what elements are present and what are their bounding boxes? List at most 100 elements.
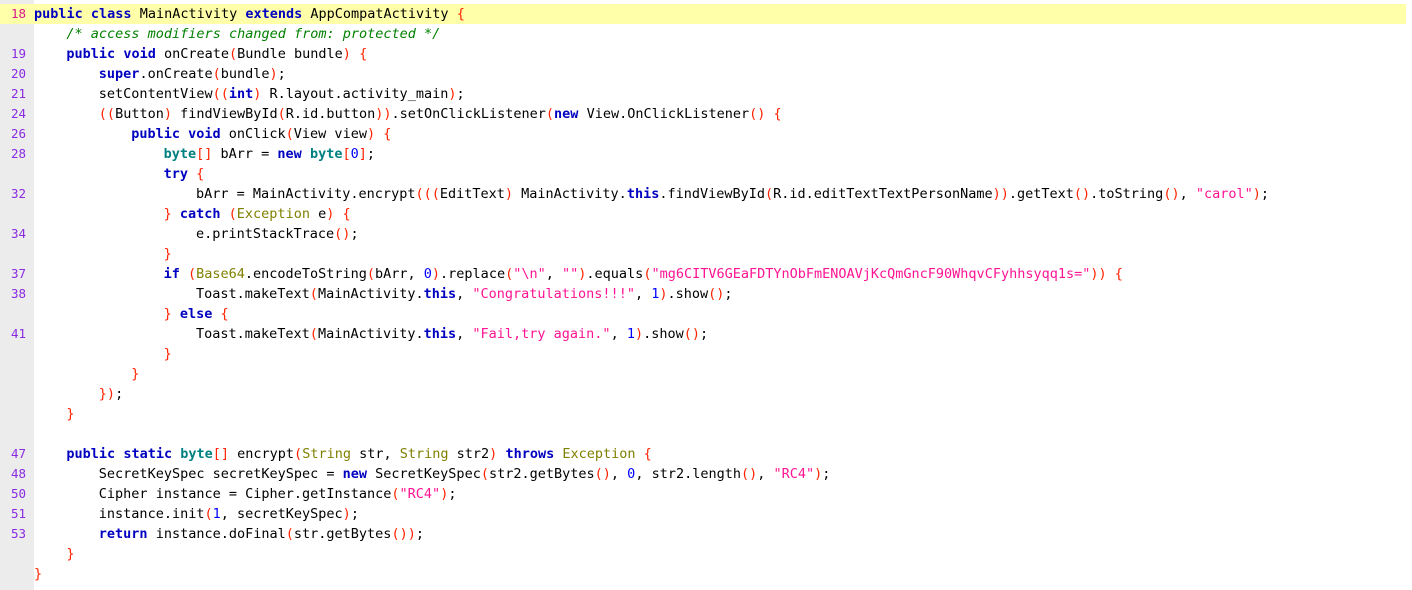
code-line[interactable]: /* access modifiers changed from: protec… xyxy=(0,24,1412,44)
token-pun: } xyxy=(163,246,172,262)
code-line[interactable]: 48 SecretKeySpec secretKeySpec = new Secr… xyxy=(0,464,1412,484)
code-viewer[interactable]: 18 public class MainActivity extends AppC… xyxy=(0,0,1412,590)
token-pln: , xyxy=(1179,186,1196,202)
token-pln xyxy=(765,106,773,122)
code-line[interactable]: 28 byte[] bArr = new byte[0]; xyxy=(0,144,1412,164)
token-pln: instance.doFinal xyxy=(147,526,286,542)
code-line-text: public void onClick(View view) { xyxy=(34,124,391,144)
token-pun: [] xyxy=(196,146,213,162)
line-number: 28 xyxy=(10,146,26,161)
token-pun: { xyxy=(196,166,205,182)
token-pun: ) xyxy=(659,286,668,302)
code-line-text: Cipher instance = Cipher.getInstance("RC… xyxy=(34,484,457,504)
token-pln: ; xyxy=(448,486,457,502)
token-pln: ; xyxy=(456,86,465,102)
code-line[interactable]: } xyxy=(0,244,1412,264)
line-number: 48 xyxy=(10,466,26,481)
token-str: "Fail,try again." xyxy=(472,326,611,342)
line-number: 37 xyxy=(10,266,26,281)
token-prim: byte xyxy=(309,146,343,162)
code-line-text: }); xyxy=(34,384,123,404)
line-number: 20 xyxy=(10,66,26,81)
code-line-text: e.printStackTrace(); xyxy=(34,224,359,244)
token-pun: ( xyxy=(309,326,318,342)
code-line-text: } xyxy=(34,404,74,424)
line-number: 26 xyxy=(10,126,26,141)
code-line[interactable]: 41 Toast.makeText(MainActivity.this, "Fai… xyxy=(0,324,1412,344)
code-line-text: } else { xyxy=(34,304,229,324)
code-line[interactable]: } xyxy=(0,404,1412,424)
code-line[interactable]: 34 e.printStackTrace(); xyxy=(0,224,1412,244)
token-pun: } xyxy=(34,566,43,582)
code-line[interactable]: 37 if (Base64.encodeToString(bArr, 0).rep… xyxy=(0,264,1412,284)
token-kw: new xyxy=(554,106,579,122)
token-kw: new xyxy=(277,146,302,162)
token-pln xyxy=(188,166,196,182)
code-line-text: } xyxy=(34,564,42,584)
token-kw: this xyxy=(423,286,457,302)
token-pln: .findViewById xyxy=(659,186,765,202)
code-line[interactable] xyxy=(0,424,1412,444)
token-typ: Exception xyxy=(562,446,636,462)
token-pun: ( xyxy=(366,266,375,282)
token-typ: String xyxy=(399,446,449,462)
token-pln xyxy=(375,126,383,142)
code-line[interactable]: 53 return instance.doFinal(str.getBytes()… xyxy=(0,524,1412,544)
code-line[interactable]: } xyxy=(0,364,1412,384)
code-line[interactable]: } xyxy=(0,544,1412,564)
code-line[interactable]: 38 Toast.makeText(MainActivity.this, "Con… xyxy=(0,284,1412,304)
token-pln: .show xyxy=(643,326,684,342)
code-line[interactable]: 20 super.onCreate(bundle); xyxy=(0,64,1412,84)
token-pln: , xyxy=(456,286,473,302)
token-pln: , xyxy=(610,326,627,342)
source-code-area[interactable]: 18 public class MainActivity extends AppC… xyxy=(0,0,1412,584)
code-line[interactable]: 18 public class MainActivity extends AppC… xyxy=(0,4,1406,24)
token-pun: () xyxy=(708,286,725,302)
code-line[interactable]: 51 instance.init(1, secretKeySpec); xyxy=(0,504,1412,524)
code-line[interactable]: } xyxy=(0,564,1412,584)
token-pln: Bundle bundle xyxy=(237,46,343,62)
code-line-text: setContentView((int) R.layout.activity_m… xyxy=(34,84,465,104)
token-kw: catch xyxy=(179,206,221,222)
token-pln xyxy=(83,6,91,22)
token-pun: ) xyxy=(342,506,351,522)
token-pln: str.getBytes xyxy=(293,526,392,542)
code-line[interactable]: 32 bArr = MainActivity.encrypt(((EditText… xyxy=(0,184,1412,204)
token-pun: { xyxy=(456,6,465,22)
token-kw: int xyxy=(228,86,254,102)
token-pln: , str2.length xyxy=(635,466,741,482)
token-pun: ] xyxy=(358,146,367,162)
token-pln: ; xyxy=(350,506,359,522)
token-pun: } xyxy=(131,366,140,382)
token-pln: , xyxy=(757,466,774,482)
code-line[interactable]: 47 public static byte[] encrypt(String st… xyxy=(0,444,1412,464)
code-line[interactable]: } catch (Exception e) { xyxy=(0,204,1412,224)
code-line[interactable]: 26 public void onClick(View view) { xyxy=(0,124,1412,144)
code-line-text: } xyxy=(34,344,172,364)
token-pln: onCreate xyxy=(155,46,229,62)
token-kw: this xyxy=(423,326,457,342)
code-line[interactable]: 21 setContentView((int) R.layout.activity… xyxy=(0,84,1412,104)
token-pun: (( xyxy=(98,106,116,122)
token-pun: { xyxy=(773,106,782,122)
token-num: 0 xyxy=(350,146,359,162)
token-pln: EditText xyxy=(439,186,505,202)
token-num: 0 xyxy=(423,266,432,282)
token-pln: ; xyxy=(277,66,286,82)
code-line[interactable]: } else { xyxy=(0,304,1412,324)
token-pun: [ xyxy=(342,146,351,162)
token-pln: SecretKeySpec secretKeySpec = xyxy=(98,466,343,482)
code-line[interactable]: 24 ((Button) findViewById(R.id.button)).s… xyxy=(0,104,1412,124)
code-line[interactable]: 50 Cipher instance = Cipher.getInstance("… xyxy=(0,484,1412,504)
token-pln: MainActivity xyxy=(131,6,246,22)
token-pun: ( xyxy=(228,206,237,222)
token-kw: void xyxy=(188,126,221,142)
token-pun: } xyxy=(163,346,172,362)
code-line[interactable]: }); xyxy=(0,384,1412,404)
token-pun: ( xyxy=(277,106,286,122)
token-typ: Exception xyxy=(236,206,310,222)
code-line[interactable]: try { xyxy=(0,164,1412,184)
token-pln: , secretKeySpec xyxy=(220,506,343,522)
code-line[interactable]: 19 public void onCreate(Bundle bundle) { xyxy=(0,44,1412,64)
code-line[interactable]: } xyxy=(0,344,1412,364)
